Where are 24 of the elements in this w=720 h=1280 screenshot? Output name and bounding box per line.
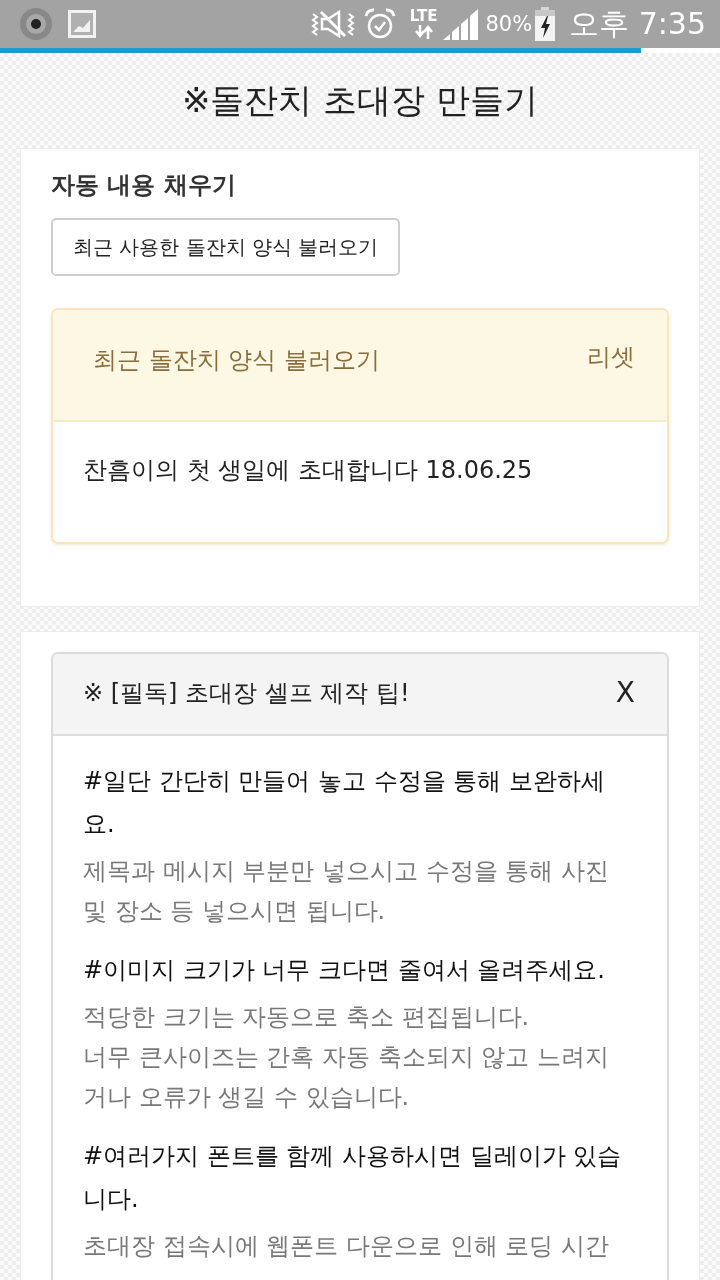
image-icon xyxy=(68,10,96,38)
tips-title: ※ [필독] 초대장 셀프 제작 팁! xyxy=(83,678,410,709)
close-button[interactable]: X xyxy=(613,677,637,709)
section-heading: 자동 내용 채우기 xyxy=(51,170,237,201)
network-type-label: LTE xyxy=(409,8,438,24)
panel-title: 최근 돌잔치 양식 불러오기 xyxy=(93,345,380,376)
record-icon xyxy=(20,8,52,40)
load-recent-button[interactable]: 최근 사용한 돌잔치 양식 불러오기 xyxy=(51,218,401,276)
tip-heading: #일단 간단히 만들어 놓고 수정을 통해 보완하세요. xyxy=(83,766,606,840)
mute-icon xyxy=(309,8,356,40)
tip-detail: 제목과 메시지 부분만 넣으시고 수정을 통해 사진 및 장소 등 넣으시면 됩니다. xyxy=(83,856,610,927)
reset-link[interactable]: 리셋 xyxy=(587,341,635,373)
tip-detail: 초대장 접속시에 웹폰트 다운으로 인해 로딩 시간 xyxy=(83,1231,610,1262)
data-arrows-icon xyxy=(412,23,435,40)
template-item[interactable]: 찬흠이의 첫 생일에 초대합니다 18.06.25 xyxy=(83,454,637,486)
clock-time: 오후 7:35 xyxy=(569,7,706,41)
tip-heading: #이미지 크기가 너무 크다면 줄여서 올려주세요. xyxy=(83,955,606,986)
battery-percent: 80% xyxy=(485,12,533,36)
tip-heading: #여러가지 폰트를 함께 사용하시면 딜레이가 있습니다. xyxy=(83,1141,623,1215)
tip-detail: 적당한 크기는 자동으로 축소 편집됩니다. xyxy=(83,1002,531,1033)
signal-icon xyxy=(443,8,480,40)
alarm-icon xyxy=(363,8,396,40)
page-title: ※돌잔치 초대장 만들기 xyxy=(181,79,539,122)
tip-detail: 너무 큰사이즈는 간혹 자동 축소되지 않고 느려지거나 오류가 생길 수 있습니다. xyxy=(83,1042,610,1113)
